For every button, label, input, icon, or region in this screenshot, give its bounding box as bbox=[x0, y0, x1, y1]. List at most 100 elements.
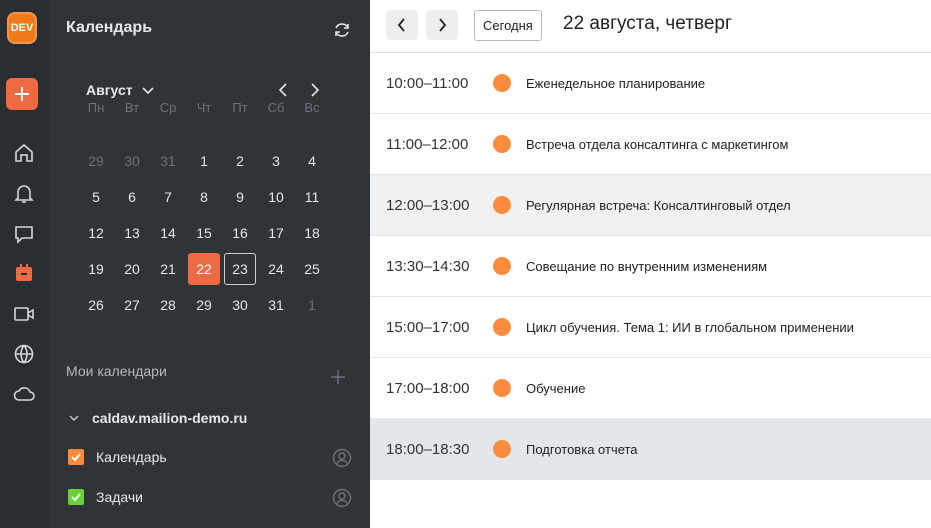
event-color-dot bbox=[493, 318, 511, 336]
day-cell[interactable]: 28 bbox=[152, 289, 184, 321]
day-cell[interactable]: 18 bbox=[296, 217, 328, 249]
panel-title: Календарь bbox=[66, 19, 153, 36]
app-rail: DEV bbox=[0, 0, 50, 528]
day-cell[interactable]: 15 bbox=[188, 217, 220, 249]
day-cell[interactable]: 1 bbox=[188, 145, 220, 177]
event-row[interactable]: 10:00–11:00 Еженедельное планирование bbox=[370, 53, 931, 114]
cloud-icon[interactable] bbox=[12, 382, 36, 406]
chevron-left-icon bbox=[397, 18, 405, 32]
day-cell[interactable]: 16 bbox=[224, 217, 256, 249]
globe-icon[interactable] bbox=[12, 342, 36, 366]
event-row[interactable]: 13:30–14:30 Совещание по внутренним измен… bbox=[370, 236, 931, 297]
chevron-down-icon bbox=[69, 415, 79, 421]
event-color-dot bbox=[493, 440, 511, 458]
day-cell[interactable]: 12 bbox=[80, 217, 112, 249]
current-date: 22 августа, четверг bbox=[563, 13, 732, 34]
event-color-dot bbox=[493, 257, 511, 275]
event-color-dot bbox=[493, 74, 511, 92]
event-title: Подготовка отчета bbox=[526, 441, 638, 457]
event-row[interactable]: 17:00–18:00 Обучение bbox=[370, 358, 931, 419]
day-cell[interactable]: 29 bbox=[188, 289, 220, 321]
day-cell[interactable]: 14 bbox=[152, 217, 184, 249]
day-header: Сегодня 22 августа, четверг bbox=[370, 0, 931, 53]
calendar-item[interactable]: Календарь bbox=[68, 449, 167, 465]
bell-icon[interactable] bbox=[12, 181, 36, 205]
day-cell[interactable]: 2 bbox=[224, 145, 256, 177]
mini-calendar: Пн Вт Ср Чт Пт Сб Вс 29 30 31 1 2 3 4 5 6 7 8 9 10 11 12 13 14 1… bbox=[78, 100, 330, 323]
calendar-label: Календарь bbox=[96, 449, 167, 465]
next-day-button[interactable] bbox=[426, 10, 458, 40]
day-cell[interactable]: 20 bbox=[116, 253, 148, 285]
day-cell[interactable]: 30 bbox=[116, 145, 148, 177]
event-color-dot bbox=[493, 196, 511, 214]
day-cell[interactable]: 9 bbox=[224, 181, 256, 213]
create-button[interactable] bbox=[6, 78, 38, 110]
calendar-checkbox[interactable] bbox=[68, 489, 84, 505]
event-time: 10:00–11:00 bbox=[386, 74, 469, 92]
day-cell[interactable]: 25 bbox=[296, 253, 328, 285]
day-cell[interactable]: 22 bbox=[188, 253, 220, 285]
day-cell[interactable]: 6 bbox=[116, 181, 148, 213]
day-cell[interactable]: 26 bbox=[80, 289, 112, 321]
day-cell[interactable]: 17 bbox=[260, 217, 292, 249]
day-cell[interactable]: 31 bbox=[260, 289, 292, 321]
event-title: Регулярная встреча: Консалтинговый отдел bbox=[526, 197, 791, 213]
day-cell[interactable]: 1 bbox=[296, 289, 328, 321]
day-cell[interactable]: 13 bbox=[116, 217, 148, 249]
event-time: 15:00–17:00 bbox=[386, 318, 470, 336]
day-cell[interactable]: 4 bbox=[296, 145, 328, 177]
calendar-item[interactable]: Задачи bbox=[68, 489, 143, 505]
calendar-sidebar: Календарь Август Пн Вт Ср Чт Пт Сб Вс 29 30 31 1 2 3… bbox=[50, 0, 370, 528]
prev-day-button[interactable] bbox=[386, 10, 418, 40]
plus-icon bbox=[15, 87, 29, 101]
weekday-label: Вс bbox=[304, 99, 320, 115]
day-view: Сегодня 22 августа, четверг 10:00–11:00 Е… bbox=[370, 0, 931, 528]
day-cell[interactable]: 5 bbox=[80, 181, 112, 213]
event-time: 13:30–14:30 bbox=[386, 257, 470, 275]
user-icon[interactable] bbox=[332, 448, 352, 468]
chevron-right-icon bbox=[439, 18, 447, 32]
calendar-icon[interactable] bbox=[12, 261, 36, 285]
day-cell[interactable]: 3 bbox=[260, 145, 292, 177]
weekday-label: Ср bbox=[159, 99, 177, 115]
weekday-label: Вт bbox=[124, 99, 140, 115]
calendar-checkbox[interactable] bbox=[68, 449, 84, 465]
add-calendar-icon[interactable] bbox=[330, 369, 346, 385]
weekday-label: Пт bbox=[232, 99, 248, 115]
event-time: 12:00–13:00 bbox=[386, 196, 470, 214]
event-row[interactable]: 11:00–12:00 Встреча отдела консалтинга с … bbox=[370, 114, 931, 175]
chat-icon[interactable] bbox=[12, 222, 36, 246]
event-time: 11:00–12:00 bbox=[386, 135, 469, 153]
calendar-label: Задачи bbox=[96, 489, 144, 505]
day-cell[interactable]: 29 bbox=[80, 145, 112, 177]
day-cell[interactable]: 27 bbox=[116, 289, 148, 321]
account-toggle[interactable]: caldav.mailion-demo.ru bbox=[68, 410, 247, 426]
event-color-dot bbox=[493, 135, 511, 153]
event-title: Цикл обучения. Тема 1: ИИ в глобальном п… bbox=[526, 319, 854, 335]
weekday-label: Сб bbox=[267, 99, 285, 115]
day-cell[interactable]: 19 bbox=[80, 253, 112, 285]
day-cell[interactable]: 31 bbox=[152, 145, 184, 177]
refresh-icon[interactable] bbox=[332, 20, 352, 40]
day-cell[interactable]: 24 bbox=[260, 253, 292, 285]
day-cell[interactable]: 8 bbox=[188, 181, 220, 213]
day-cell[interactable]: 11 bbox=[296, 181, 328, 213]
event-row[interactable]: 18:00–18:30 Подготовка отчета bbox=[370, 419, 931, 480]
video-icon[interactable] bbox=[12, 302, 36, 326]
event-color-dot bbox=[493, 379, 511, 397]
home-icon[interactable] bbox=[12, 141, 36, 165]
day-cell[interactable]: 23 bbox=[224, 253, 256, 285]
event-title: Еженедельное планирование bbox=[526, 75, 706, 91]
day-cell[interactable]: 7 bbox=[152, 181, 184, 213]
day-cell[interactable]: 10 bbox=[260, 181, 292, 213]
weekday-label: Пн bbox=[87, 99, 105, 115]
day-cell[interactable]: 21 bbox=[152, 253, 184, 285]
user-icon[interactable] bbox=[332, 488, 352, 508]
my-calendars-heading: Мои календари bbox=[66, 363, 167, 379]
today-button[interactable]: Сегодня bbox=[474, 10, 542, 41]
event-row[interactable]: 12:00–13:00 Регулярная встреча: Консалтин… bbox=[370, 175, 931, 236]
weekday-label: Чт bbox=[196, 99, 212, 115]
app-logo[interactable]: DEV bbox=[7, 12, 37, 44]
day-cell[interactable]: 30 bbox=[224, 289, 256, 321]
event-row[interactable]: 15:00–17:00 Цикл обучения. Тема 1: ИИ в г… bbox=[370, 297, 931, 358]
